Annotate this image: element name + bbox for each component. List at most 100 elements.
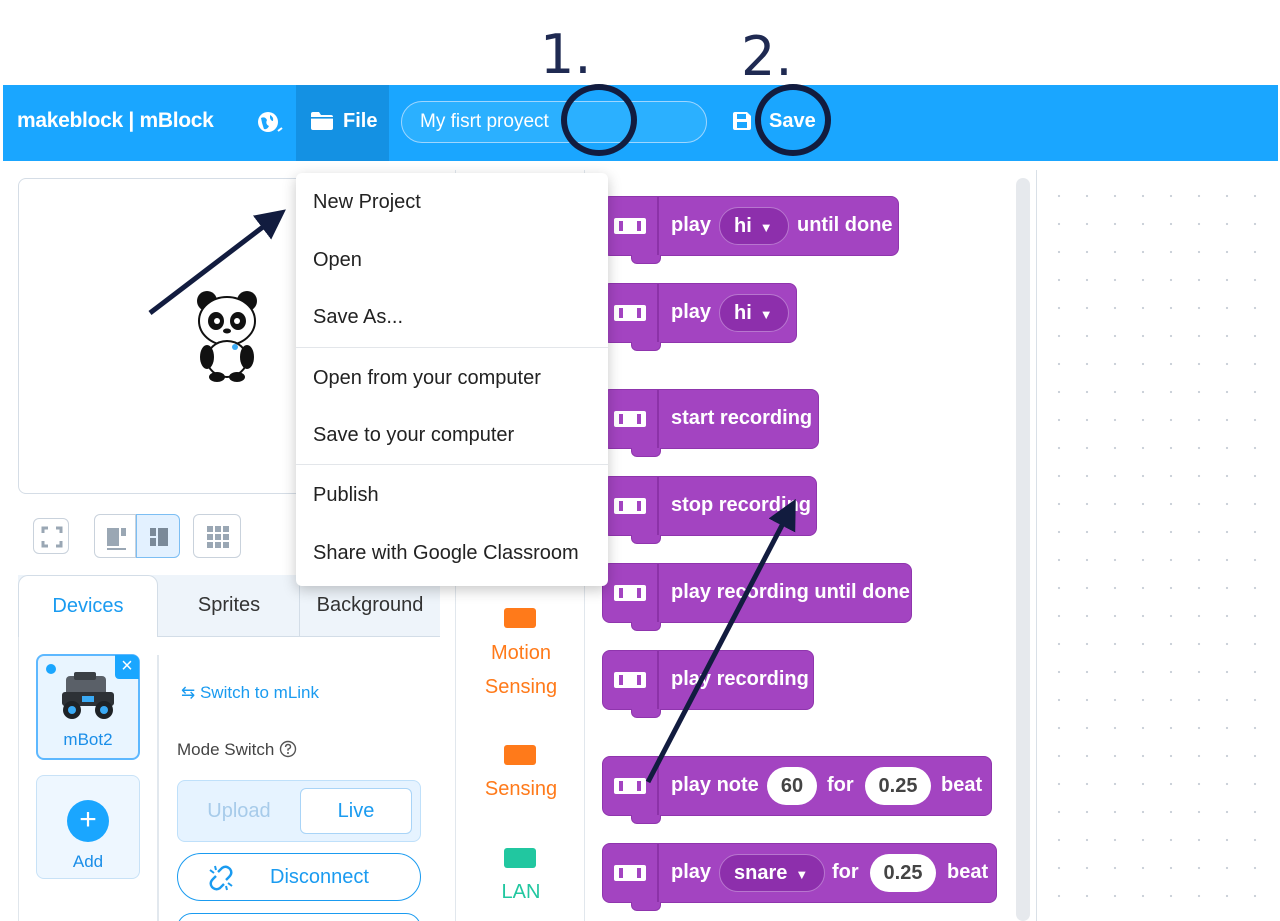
top-bar: makeblock | mBlock File Save: [3, 85, 1278, 161]
panel-divider: [157, 655, 159, 921]
dropdown-value: hi: [734, 302, 752, 324]
category-lan[interactable]: LAN: [456, 875, 586, 909]
mode-switch-text: Mode Switch: [177, 740, 275, 759]
lan-category-icon: [504, 848, 536, 868]
panda-sprite[interactable]: [195, 287, 261, 383]
block-play-recording[interactable]: play recording: [602, 650, 814, 718]
speaker-device-icon: [614, 778, 646, 794]
screen: { "annotations": { "step1": "1.", "step2…: [0, 0, 1280, 921]
file-menu-label: File: [343, 110, 378, 132]
category-label-line2: Sensing: [484, 676, 558, 698]
sound-dropdown[interactable]: hi ▼: [719, 207, 789, 245]
block-text: beat: [941, 774, 983, 796]
mode-switch-label: Mode Switch: [177, 740, 297, 760]
motion-sensing-category-icon: [504, 608, 536, 628]
mode-live-option[interactable]: Live: [300, 788, 412, 834]
block-text: for: [832, 861, 859, 883]
grid-view-button[interactable]: [193, 514, 241, 558]
block-play-drum[interactable]: play snare ▼ for 0.25 beat: [602, 843, 997, 911]
connected-dot: [46, 664, 56, 674]
device-card-mbot2[interactable]: × mBot2: [36, 654, 140, 760]
block-play[interactable]: play hi ▼: [602, 283, 797, 351]
caret-down-icon: ▼: [759, 220, 773, 235]
menu-divider: [296, 347, 608, 348]
swap-icon: ⇆: [181, 683, 200, 702]
menu-item-share-google-classroom[interactable]: Share with Google Classroom: [313, 542, 579, 565]
fullscreen-icon: [41, 526, 63, 548]
speaker-device-icon: [614, 672, 646, 688]
block-text: for: [827, 774, 854, 796]
menu-item-open-from-computer[interactable]: Open from your computer: [313, 367, 541, 390]
block-text: start recording: [671, 407, 813, 429]
layout-large-icon: [107, 528, 126, 550]
category-motion-sensing[interactable]: Motion Sensing: [456, 636, 586, 704]
speaker-device-icon: [614, 498, 646, 514]
globe-icon[interactable]: [255, 109, 283, 137]
robot-car-icon: [62, 672, 114, 719]
block-play-recording-until-done[interactable]: play recording until done: [602, 563, 912, 631]
block-text: play recording until done: [671, 581, 910, 603]
unlink-icon: [209, 865, 233, 891]
switch-link-label: Switch to mLink: [199, 683, 320, 702]
speaker-device-icon: [614, 865, 646, 881]
block-play-until-done[interactable]: play hi ▼ until done: [602, 196, 899, 264]
add-device-button[interactable]: + Add: [36, 775, 140, 879]
partial-button[interactable]: [177, 913, 421, 921]
plus-icon: +: [67, 800, 109, 842]
menu-item-publish[interactable]: Publish: [313, 484, 379, 507]
disconnect-button[interactable]: Disconnect: [177, 853, 421, 901]
block-text: beat: [947, 861, 989, 883]
menu-item-new-project[interactable]: New Project: [313, 191, 421, 214]
annotation-circle-save: [755, 84, 831, 156]
switch-to-mlink-link[interactable]: ⇆ Switch to mLink: [181, 683, 319, 703]
block-stop-recording[interactable]: stop recording: [602, 476, 817, 544]
mode-upload-option[interactable]: Upload: [178, 789, 300, 833]
app-logo: makeblock | mBlock: [17, 109, 214, 132]
caret-down-icon: ▼: [795, 867, 809, 882]
speaker-device-icon: [614, 218, 646, 234]
annotation-circle-project-name: [561, 84, 637, 156]
block-play-note[interactable]: play note 60 for 0.25 beat: [602, 756, 992, 824]
palette-scrollbar[interactable]: [1016, 178, 1030, 921]
drum-dropdown[interactable]: snare ▼: [719, 854, 825, 892]
add-label: Add: [72, 852, 104, 871]
layout-large-stage-button[interactable]: [94, 514, 136, 558]
block-text: play: [671, 214, 712, 236]
block-text: play: [671, 301, 712, 323]
tab-devices[interactable]: Devices: [18, 575, 158, 638]
caret-down-icon: ▼: [759, 307, 773, 322]
speaker-device-icon: [614, 305, 646, 321]
speaker-device-icon: [614, 411, 646, 427]
block-start-recording[interactable]: start recording: [602, 389, 819, 457]
device-name: mBot2: [63, 730, 113, 749]
block-text: until done: [797, 214, 893, 236]
category-sensing[interactable]: Sensing: [456, 772, 586, 806]
block-text: play: [671, 861, 712, 883]
project-name-input[interactable]: [401, 101, 707, 143]
tab-sprites[interactable]: Sprites: [159, 575, 299, 637]
sensing-category-icon: [504, 745, 536, 765]
block-text: play recording: [671, 668, 809, 690]
file-menu-button[interactable]: File: [296, 85, 389, 161]
sound-dropdown[interactable]: hi ▼: [719, 294, 789, 332]
menu-item-save-as[interactable]: Save As...: [313, 306, 403, 329]
beat-input[interactable]: 0.25: [865, 767, 931, 805]
help-icon[interactable]: [279, 740, 297, 758]
stage-canvas[interactable]: [18, 178, 308, 494]
annotation-step-2: 2.: [741, 25, 793, 88]
dropdown-value: hi: [734, 215, 752, 237]
menu-divider: [296, 464, 608, 465]
category-label-line1: Motion: [490, 642, 552, 664]
menu-item-open[interactable]: Open: [313, 249, 362, 272]
menu-item-save-to-computer[interactable]: Save to your computer: [313, 424, 514, 447]
beat-input[interactable]: 0.25: [870, 854, 936, 892]
script-workspace[interactable]: [1036, 170, 1280, 921]
speaker-device-icon: [614, 585, 646, 601]
layout-small-stage-button[interactable]: [136, 514, 180, 558]
note-input[interactable]: 60: [767, 767, 817, 805]
disconnect-label: Disconnect: [270, 866, 369, 888]
fullscreen-button[interactable]: [33, 518, 69, 554]
grid-icon: [207, 526, 229, 548]
block-text: play note: [671, 774, 759, 796]
dropdown-value: snare: [734, 862, 788, 884]
